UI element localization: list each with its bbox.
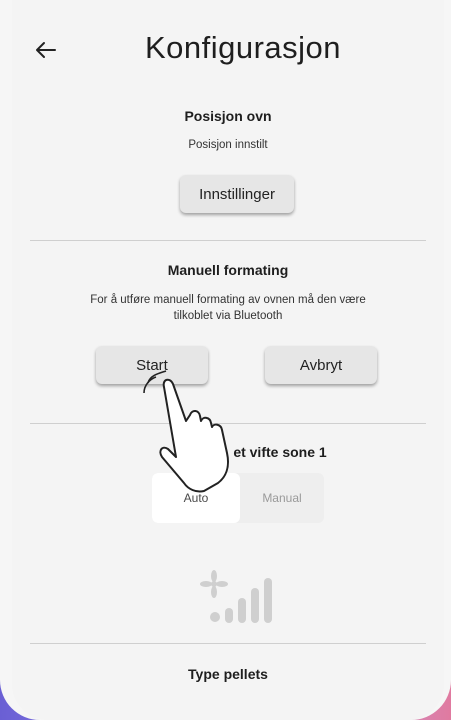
position-section: Posisjon ovn Posisjon innstilt: [12, 108, 444, 153]
pellets-title: Type pellets: [188, 666, 268, 682]
divider: [30, 240, 426, 241]
divider: [30, 643, 426, 644]
pellets-section: Type pellets: [12, 666, 444, 682]
app-screen: Konfigurasjon Posisjon ovn Posisjon inns…: [12, 0, 444, 720]
top-bar: Konfigurasjon: [12, 0, 444, 100]
position-title: Posisjon ovn: [184, 108, 272, 124]
manual-formatting-section: Manuell formating For å utføre manuell f…: [12, 262, 444, 324]
device-frame: Konfigurasjon Posisjon ovn Posisjon inns…: [0, 0, 451, 720]
page-title: Konfigurasjon: [144, 30, 342, 65]
fan-mode-manual-option[interactable]: Manual: [240, 473, 324, 523]
fan-level-icon: [200, 570, 272, 623]
tap-gesture-hand-icon: [143, 370, 229, 493]
position-status: Posisjon innstilt: [188, 139, 268, 151]
description-line-1: For å utføre manuell formating av ovnen …: [90, 294, 366, 306]
settings-button[interactable]: Innstillinger: [180, 175, 294, 213]
manual-formatting-description: For å utføre manuell formating av ovnen …: [12, 292, 444, 324]
description-line-2: tilkoblet via Bluetooth: [173, 310, 283, 322]
cancel-button[interactable]: Avbryt: [265, 346, 377, 384]
manual-formatting-title: Manuell formating: [167, 262, 289, 278]
